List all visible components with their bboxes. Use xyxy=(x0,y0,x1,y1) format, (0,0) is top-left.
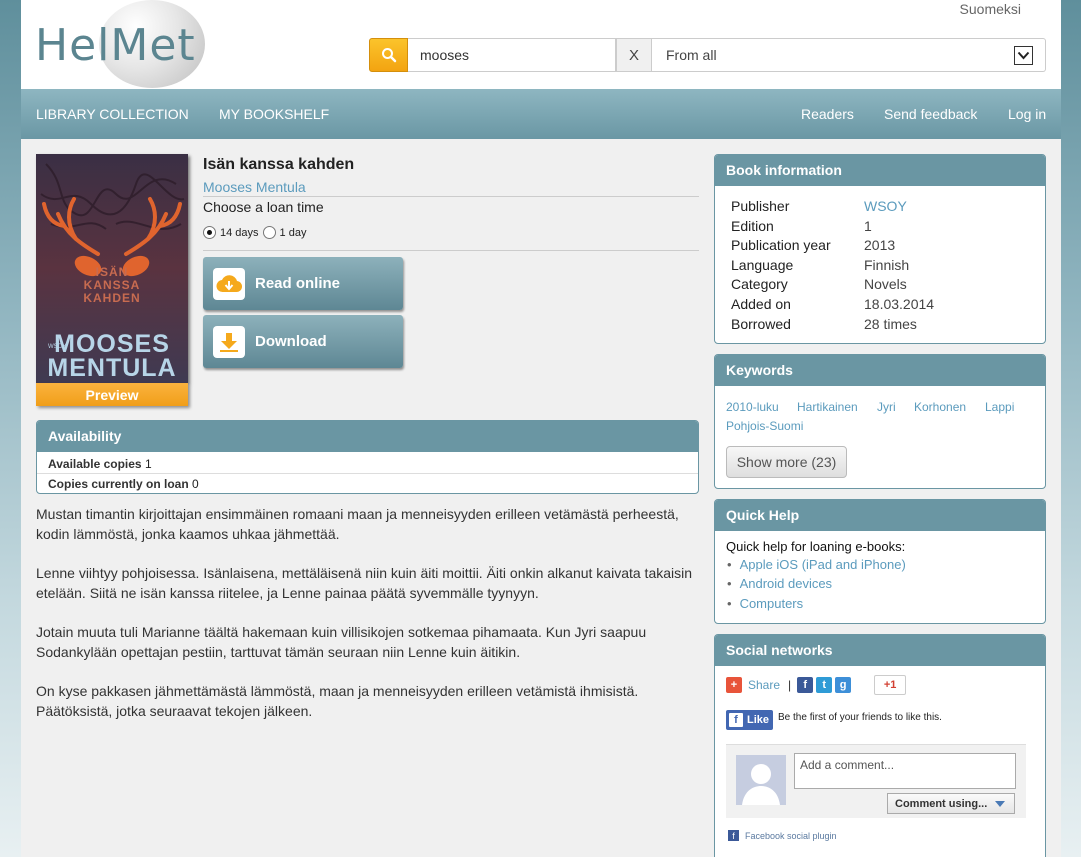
share-link[interactable]: Share xyxy=(748,678,780,692)
loan-time-options: 14 days 1 day xyxy=(203,226,306,239)
download-label: Download xyxy=(255,333,327,350)
available-copies: Available copies 1 xyxy=(48,457,152,471)
comment-input[interactable]: Add a comment... xyxy=(794,753,1016,789)
preview-button[interactable]: Preview xyxy=(36,383,188,406)
facebook-like-button[interactable]: f Like xyxy=(726,710,773,730)
twitter-icon[interactable]: t xyxy=(816,677,833,693)
info-label: Category xyxy=(731,276,788,292)
divider xyxy=(203,196,699,197)
search-icon xyxy=(381,48,396,63)
helmet-logo[interactable]: HelMet xyxy=(35,0,205,89)
facebook-icon: f xyxy=(729,713,743,727)
info-value: 1 xyxy=(864,218,872,234)
avatar xyxy=(736,755,786,805)
quick-help-item[interactable]: • Android devices xyxy=(727,576,832,591)
loan-1-day-radio[interactable] xyxy=(262,226,276,239)
loan-14-days-radio[interactable] xyxy=(203,226,216,239)
info-value: Finnish xyxy=(864,257,910,273)
info-value: 2013 xyxy=(864,237,896,253)
keyword-link[interactable]: 2010-luku xyxy=(726,400,779,414)
description-paragraph: Jotain muuta tuli Marianne täältä hakema… xyxy=(36,624,647,660)
main-nav: LIBRARY COLLECTION MY BOOKSHELF Readers … xyxy=(21,89,1061,139)
facebook-like-text: Be the first of your friends to like thi… xyxy=(778,712,942,723)
keywords-panel: Keywords 2010-luku Hartikainen Jyri Korh… xyxy=(714,354,1046,489)
description-paragraph: Lenne viihtyy pohjoisessa. Isänlaisena, … xyxy=(36,565,693,601)
nav-library-collection[interactable]: LIBRARY COLLECTION xyxy=(36,106,189,122)
availability-heading: Availability xyxy=(37,421,698,452)
clear-search-button[interactable]: X xyxy=(616,38,652,72)
google-icon[interactable]: g xyxy=(835,677,852,693)
search-scope-select[interactable]: From all xyxy=(652,38,1046,72)
divider xyxy=(203,250,699,251)
cloud-download-icon xyxy=(213,267,245,300)
nav-my-bookshelf[interactable]: MY BOOKSHELF xyxy=(219,106,329,122)
availability-panel: Availability Available copies 1 Copies c… xyxy=(36,420,699,494)
book-information-panel: Book information Publisher WSOY Edition … xyxy=(714,154,1046,344)
read-online-button[interactable]: Read online xyxy=(203,257,403,310)
cover-author: MOOSES MENTULA xyxy=(47,330,177,382)
quick-help-item[interactable]: • Computers xyxy=(727,596,803,611)
description-paragraph: On kyse pakkasen jähmettämästä lämmöstä,… xyxy=(36,683,639,719)
download-button[interactable]: Download xyxy=(203,315,403,368)
share-bar: + Share | f t g +1 xyxy=(726,675,909,695)
info-label: Language xyxy=(731,257,794,273)
info-value: Novels xyxy=(864,276,907,292)
copies-on-loan: Copies currently on loan 0 xyxy=(48,477,199,491)
page: HelMet Suomeksi X From all LIBRARY COLLE… xyxy=(21,0,1061,857)
share-separator: | xyxy=(788,678,792,692)
info-label: Publisher xyxy=(731,198,790,214)
nav-send-feedback[interactable]: Send feedback xyxy=(884,106,977,122)
comment-using-dropdown[interactable]: Comment using... xyxy=(887,793,1015,814)
info-label: Borrowed xyxy=(731,316,791,332)
chevron-down-icon[interactable] xyxy=(1014,46,1033,65)
social-networks-heading: Social networks xyxy=(715,635,1045,666)
book-author-link[interactable]: Mooses Mentula xyxy=(203,179,306,195)
facebook-comment-box: Add a comment... Comment using... xyxy=(726,744,1026,818)
share-plus-icon[interactable]: + xyxy=(726,677,742,693)
info-value: 18.03.2014 xyxy=(864,296,935,312)
header: HelMet Suomeksi X From all xyxy=(21,0,1061,89)
info-value: 28 times xyxy=(864,316,917,332)
show-more-button[interactable]: Show more (23) xyxy=(726,446,847,478)
loan-time-label: Choose a loan time xyxy=(203,199,324,215)
keyword-link[interactable]: Pohjois-Suomi xyxy=(726,419,803,433)
language-link[interactable]: Suomeksi xyxy=(960,1,1021,17)
logo-text: HelMet xyxy=(35,20,196,71)
quick-help-panel: Quick Help Quick help for loaning e-book… xyxy=(714,499,1046,624)
book-title: Isän kanssa kahden xyxy=(203,156,355,173)
info-label: Added on xyxy=(731,296,791,312)
keyword-link[interactable]: Korhonen xyxy=(914,400,966,414)
facebook-icon[interactable]: f xyxy=(797,677,814,693)
quick-help-item[interactable]: • Apple iOS (iPad and iPhone) xyxy=(727,557,906,572)
description-paragraph: Mustan timantin kirjoittajan ensimmäinen… xyxy=(36,506,679,542)
keywords-heading: Keywords xyxy=(715,355,1045,386)
quick-help-heading: Quick Help xyxy=(715,500,1045,531)
chevron-down-icon xyxy=(995,800,1006,807)
social-networks-panel: Social networks + Share | f t g +1 f Lik… xyxy=(714,634,1046,857)
info-label: Publication year xyxy=(731,237,831,253)
info-label: Edition xyxy=(731,218,774,234)
keyword-link[interactable]: Hartikainen xyxy=(797,400,858,414)
loan-14-days-label[interactable]: 14 days xyxy=(220,227,259,239)
quick-help-intro: Quick help for loaning e-books: xyxy=(726,539,906,554)
nav-log-in[interactable]: Log in xyxy=(1008,106,1046,122)
book-cover[interactable]: ISÄN KANSSA KAHDEN WSOY MOOSES MENTULA xyxy=(36,154,188,383)
publisher-link[interactable]: WSOY xyxy=(864,198,907,214)
book-information-heading: Book information xyxy=(715,155,1045,186)
keyword-link[interactable]: Jyri xyxy=(877,400,896,414)
nav-readers[interactable]: Readers xyxy=(801,106,854,122)
download-icon xyxy=(213,325,245,358)
search-scope-value: From all xyxy=(666,47,717,63)
divider xyxy=(37,473,698,474)
search-button[interactable] xyxy=(369,38,408,72)
facebook-social-plugin[interactable]: f Facebook social plugin xyxy=(728,830,837,841)
facebook-icon: f xyxy=(728,830,739,841)
keyword-link[interactable]: Lappi xyxy=(985,400,1014,414)
read-online-label: Read online xyxy=(255,275,341,292)
cover-title: ISÄN KANSSA KAHDEN xyxy=(83,265,141,305)
google-plus-one-button[interactable]: +1 xyxy=(874,675,907,695)
loan-1-day-label[interactable]: 1 day xyxy=(280,227,307,239)
search-input[interactable] xyxy=(408,38,616,72)
